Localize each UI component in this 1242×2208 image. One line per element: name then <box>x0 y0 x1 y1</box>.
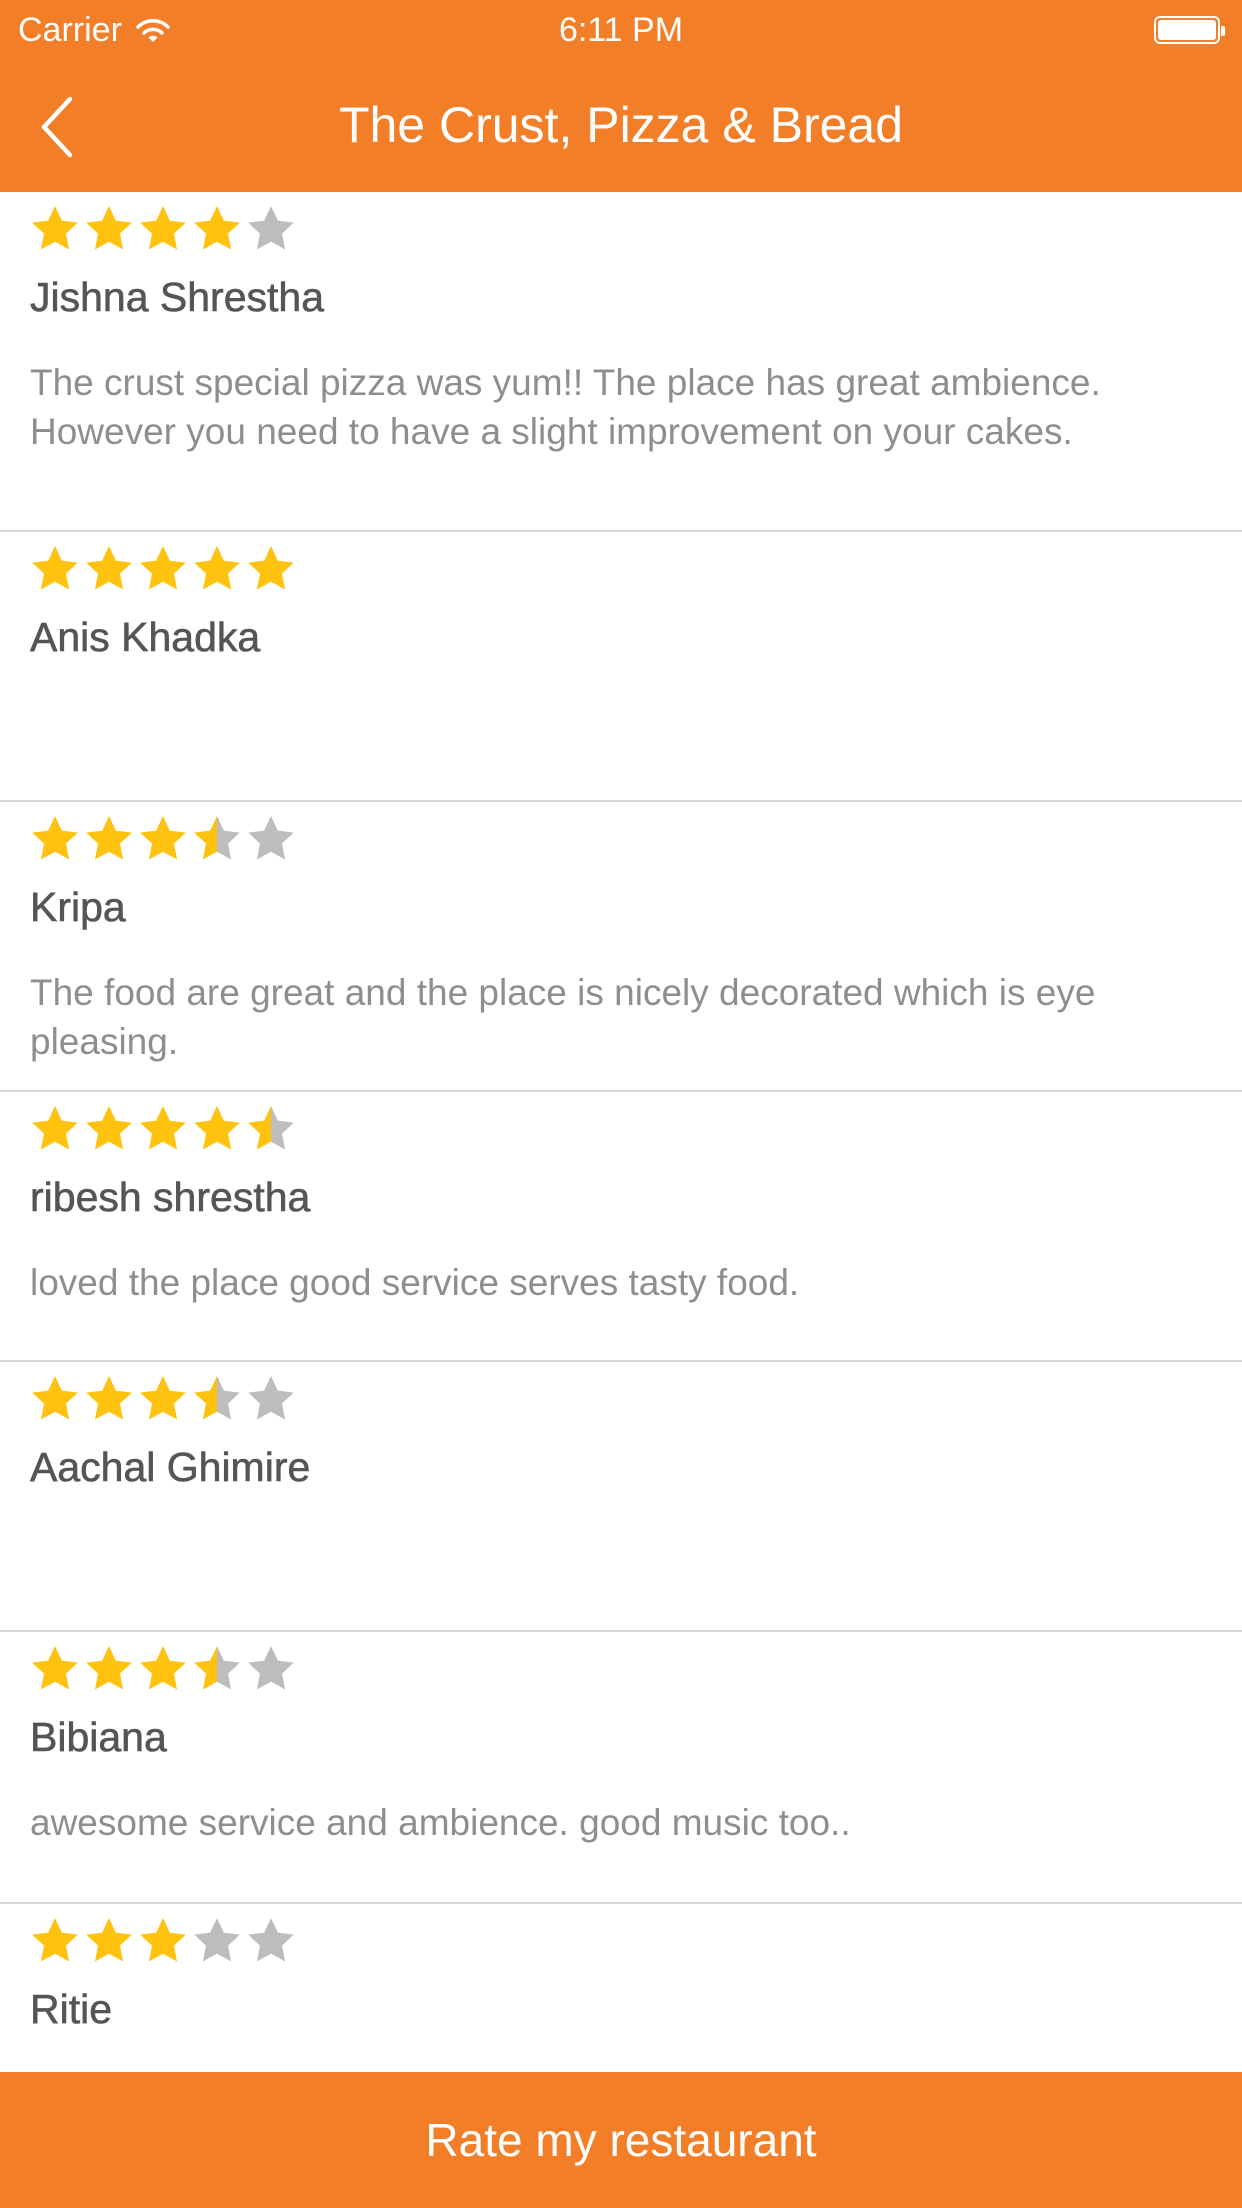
star-icon <box>140 1646 186 1690</box>
review-item: Anis Khadka <box>0 532 1242 802</box>
status-bar: Carrier 6:11 PM <box>0 0 1242 62</box>
status-time: 6:11 PM <box>558 11 684 49</box>
star-icon <box>32 1106 78 1150</box>
review-list[interactable]: Jishna Shrestha The crust special pizza w… <box>0 192 1242 2072</box>
star-icon <box>194 1376 240 1420</box>
review-comment: awesome service and ambience. good music… <box>30 1802 851 1843</box>
review-item: Ritie <box>0 1904 1242 2072</box>
star-rating <box>30 1374 300 1422</box>
star-icon <box>194 1106 240 1150</box>
star-rating <box>30 544 300 592</box>
review-comment: The food are great and the place is nice… <box>30 972 1096 1062</box>
review-item: Bibiana awesome service and ambience. goo… <box>0 1632 1242 1904</box>
star-icon <box>86 546 132 590</box>
star-icon <box>248 1646 294 1690</box>
reviewer-name: Kripa <box>30 884 126 931</box>
star-icon <box>194 546 240 590</box>
star-icon <box>248 1376 294 1420</box>
star-icon <box>248 546 294 590</box>
navigation-bar: The Crust, Pizza & Bread <box>0 62 1242 192</box>
reviewer-name: Ritie <box>30 1986 113 2033</box>
rate-restaurant-button[interactable]: Rate my restaurant <box>0 2072 1242 2208</box>
star-icon <box>140 546 186 590</box>
review-comment: loved the place good service serves tast… <box>30 1262 800 1303</box>
star-icon <box>86 1106 132 1150</box>
reviewer-name: Aachal Ghimire <box>30 1444 311 1491</box>
star-rating <box>30 1104 300 1152</box>
star-icon <box>32 1646 78 1690</box>
review-item: Aachal Ghimire <box>0 1362 1242 1632</box>
review-item: ribesh shrestha loved the place good serv… <box>0 1092 1242 1362</box>
star-icon <box>86 1376 132 1420</box>
star-icon <box>248 206 294 250</box>
star-icon <box>32 1918 78 1962</box>
page-title: The Crust, Pizza & Bread <box>338 97 904 153</box>
reviewer-name: Jishna Shrestha <box>30 274 325 321</box>
star-icon <box>32 1376 78 1420</box>
star-icon <box>194 1646 240 1690</box>
review-comment: The crust special pizza was yum!! The pl… <box>30 362 1101 452</box>
star-icon <box>140 206 186 250</box>
review-item: Kripa The food are great and the place is… <box>0 802 1242 1092</box>
star-icon <box>86 816 132 860</box>
star-icon <box>32 206 78 250</box>
review-item: Jishna Shrestha The crust special pizza w… <box>0 192 1242 532</box>
star-icon <box>194 1918 240 1962</box>
star-icon <box>140 1376 186 1420</box>
star-icon <box>194 206 240 250</box>
reviewer-name: Anis Khadka <box>30 614 261 661</box>
reviewer-name: ribesh shrestha <box>30 1174 311 1221</box>
star-icon <box>140 1106 186 1150</box>
star-icon <box>248 1918 294 1962</box>
star-rating <box>30 204 300 252</box>
star-icon <box>86 1918 132 1962</box>
reviewer-name: Bibiana <box>30 1714 167 1761</box>
star-icon <box>248 816 294 860</box>
star-rating <box>30 814 300 862</box>
star-icon <box>194 816 240 860</box>
star-icon <box>32 546 78 590</box>
star-icon <box>86 206 132 250</box>
star-rating <box>30 1644 300 1692</box>
star-icon <box>86 1646 132 1690</box>
star-icon <box>140 1918 186 1962</box>
star-icon <box>140 816 186 860</box>
star-icon <box>248 1106 294 1150</box>
star-icon <box>32 816 78 860</box>
battery-icon <box>1154 16 1225 44</box>
star-rating <box>30 1916 300 1964</box>
